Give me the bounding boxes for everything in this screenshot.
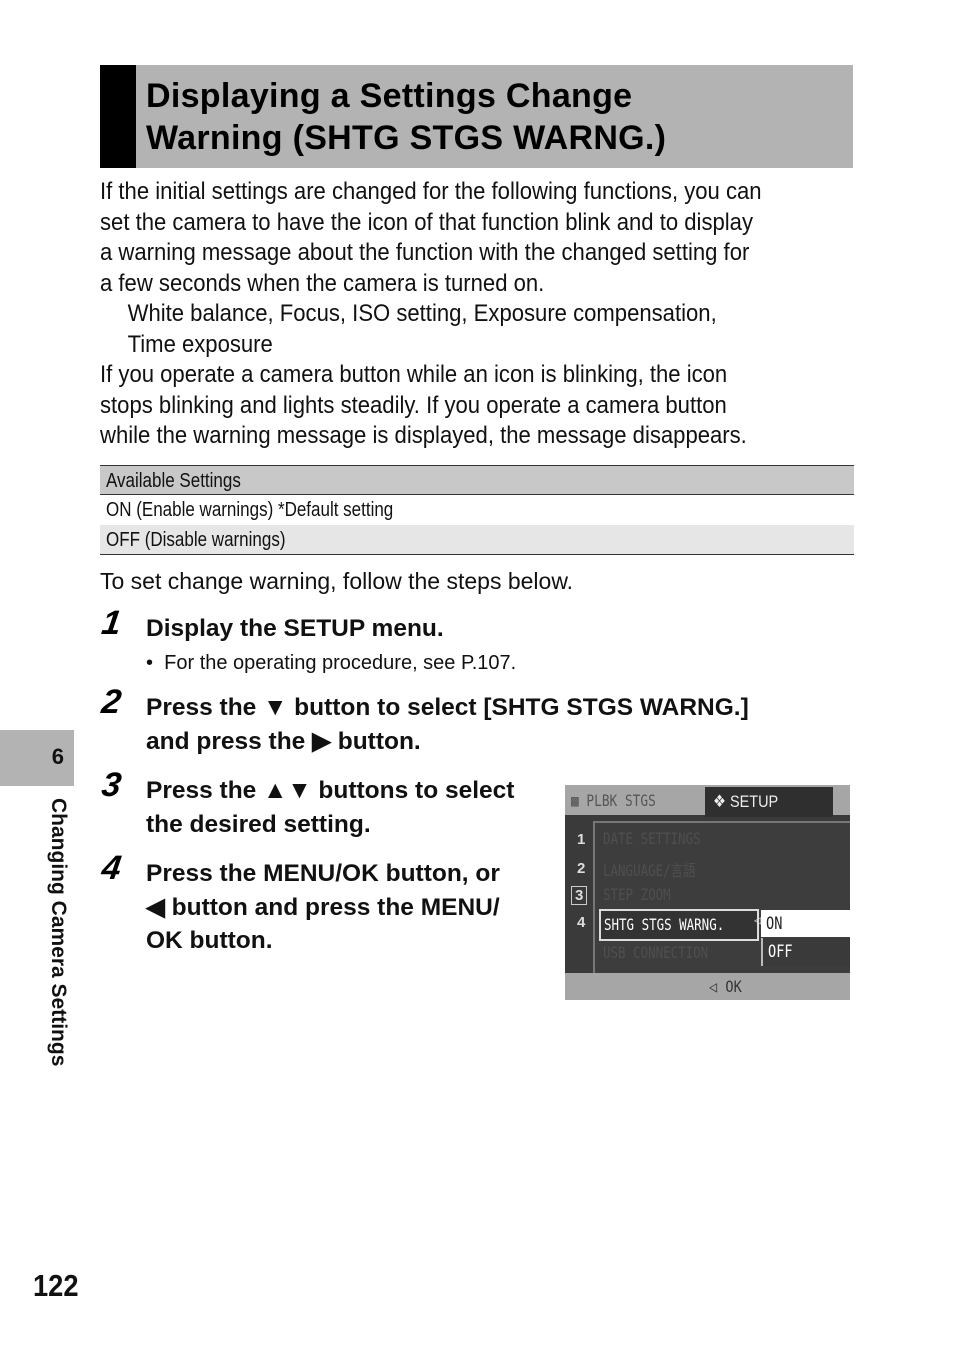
chapter-title-vertical: Changing Camera Settings: [44, 798, 74, 1128]
blink-line: while the warning message is displayed, …: [100, 422, 747, 449]
step-line: ◀ button and press the MENU/: [146, 893, 500, 921]
table-cell: ON (Enable warnings) *Default setting: [106, 499, 394, 521]
section-title-box: Displaying a Settings Change Warning (SH…: [100, 65, 853, 168]
camera-footer: ◁ OK: [565, 973, 850, 1000]
tab-setup: ❖ SETUP: [705, 787, 833, 817]
wrench-icon: ❖: [713, 792, 726, 811]
step-line: Press the ▼ button to select [SHTG STGS …: [146, 694, 749, 721]
step-number: 1: [99, 604, 124, 642]
menu-item: DATE SETTINGS: [603, 829, 701, 848]
step-line: Display the SETUP menu.: [146, 615, 444, 642]
page-number: 122: [33, 1268, 79, 1303]
intro-line: a warning message about the function wit…: [100, 239, 750, 266]
step-number: 4: [99, 849, 124, 887]
step-line: and press the ▶ button.: [146, 727, 421, 755]
option-off: OFF: [761, 938, 850, 966]
camera-tab-bar: ▩ PLBK STGS ❖ SETUP: [565, 785, 850, 817]
step-text: Press the MENU/OK button, or ◀ button an…: [146, 857, 500, 958]
step-line: Press the MENU/OK button, or: [146, 860, 500, 887]
step-text: Press the ▲▼ buttons to select the desir…: [146, 774, 514, 841]
menu-item-label: SHTG STGS WARNG.: [604, 915, 725, 934]
tab-label: SETUP: [729, 792, 779, 811]
menu-item: LANGUAGE/言語: [603, 861, 696, 880]
title-line-1: Displaying a Settings Change: [146, 77, 633, 115]
option-label: OFF: [768, 942, 793, 962]
menu-item: USB CONNECTION: [603, 943, 709, 962]
footer-ok-label: ◁ OK: [709, 977, 742, 996]
menu-number: 1: [577, 831, 586, 848]
option-on-selected: ON: [761, 910, 850, 937]
table-header-label: Available Settings: [106, 470, 241, 492]
chapter-tab: 6: [0, 730, 74, 786]
chapter-title: Changing Camera Settings: [47, 798, 70, 1067]
title-line-2: Warning (SHTG STGS WARNG.): [146, 119, 667, 157]
table-header: Available Settings: [100, 465, 854, 495]
menu-number: 2: [577, 860, 586, 877]
intro-line: a few seconds when the camera is turned …: [100, 269, 545, 297]
step-text: Display the SETUP menu.: [146, 612, 444, 646]
intro-line: set the camera to have the icon of that …: [100, 208, 753, 236]
step-bullet: • For the operating procedure, see P.107…: [146, 652, 516, 675]
table-row: ON (Enable warnings) *Default setting: [100, 495, 854, 525]
menu-item: STEP ZOOM: [603, 885, 671, 904]
step-number: 3: [99, 766, 124, 804]
step-text: Press the ▼ button to select [SHTG STGS …: [146, 691, 749, 758]
menu-number: 3: [571, 886, 588, 905]
step-line: OK button.: [146, 927, 273, 954]
menu-item-selected: SHTG STGS WARNG.: [599, 909, 759, 941]
available-settings-table: Available Settings ON (Enable warnings) …: [100, 465, 854, 555]
title-accent-bar: [100, 65, 136, 168]
option-label: ON: [766, 914, 783, 934]
section-title: Displaying a Settings Change Warning (SH…: [146, 75, 666, 159]
tab-plbk-stgs: ▩ PLBK STGS: [571, 791, 656, 810]
blink-line: stops blinking and lights steadily. If y…: [100, 391, 727, 419]
step-number: 2: [99, 683, 124, 721]
bullet-icon: •: [146, 652, 154, 674]
camera-screen-illustration: ▩ PLBK STGS ❖ SETUP 1 2 3 4 DATE SETTING…: [565, 785, 850, 1000]
functions-line: White balance, Focus, ISO setting, Expos…: [127, 300, 717, 327]
bullet-text: For the operating procedure, see P.107.: [164, 652, 517, 674]
intro-text: If the initial settings are changed for …: [100, 177, 860, 452]
functions-line: Time exposure: [127, 330, 273, 358]
table-row: OFF (Disable warnings): [100, 525, 854, 555]
steps-lead-text: To set change warning, follow the steps …: [100, 568, 574, 594]
tab-label: PLBK STGS: [586, 791, 656, 810]
menu-number: 4: [577, 914, 586, 931]
step-line: the desired setting.: [146, 810, 371, 838]
blink-line: If you operate a camera button while an …: [100, 361, 728, 388]
intro-line: If the initial settings are changed for …: [100, 178, 762, 205]
step-line: Press the ▲▼ buttons to select: [146, 777, 515, 804]
table-cell: OFF (Disable warnings): [106, 529, 286, 551]
chapter-number: 6: [51, 744, 64, 769]
